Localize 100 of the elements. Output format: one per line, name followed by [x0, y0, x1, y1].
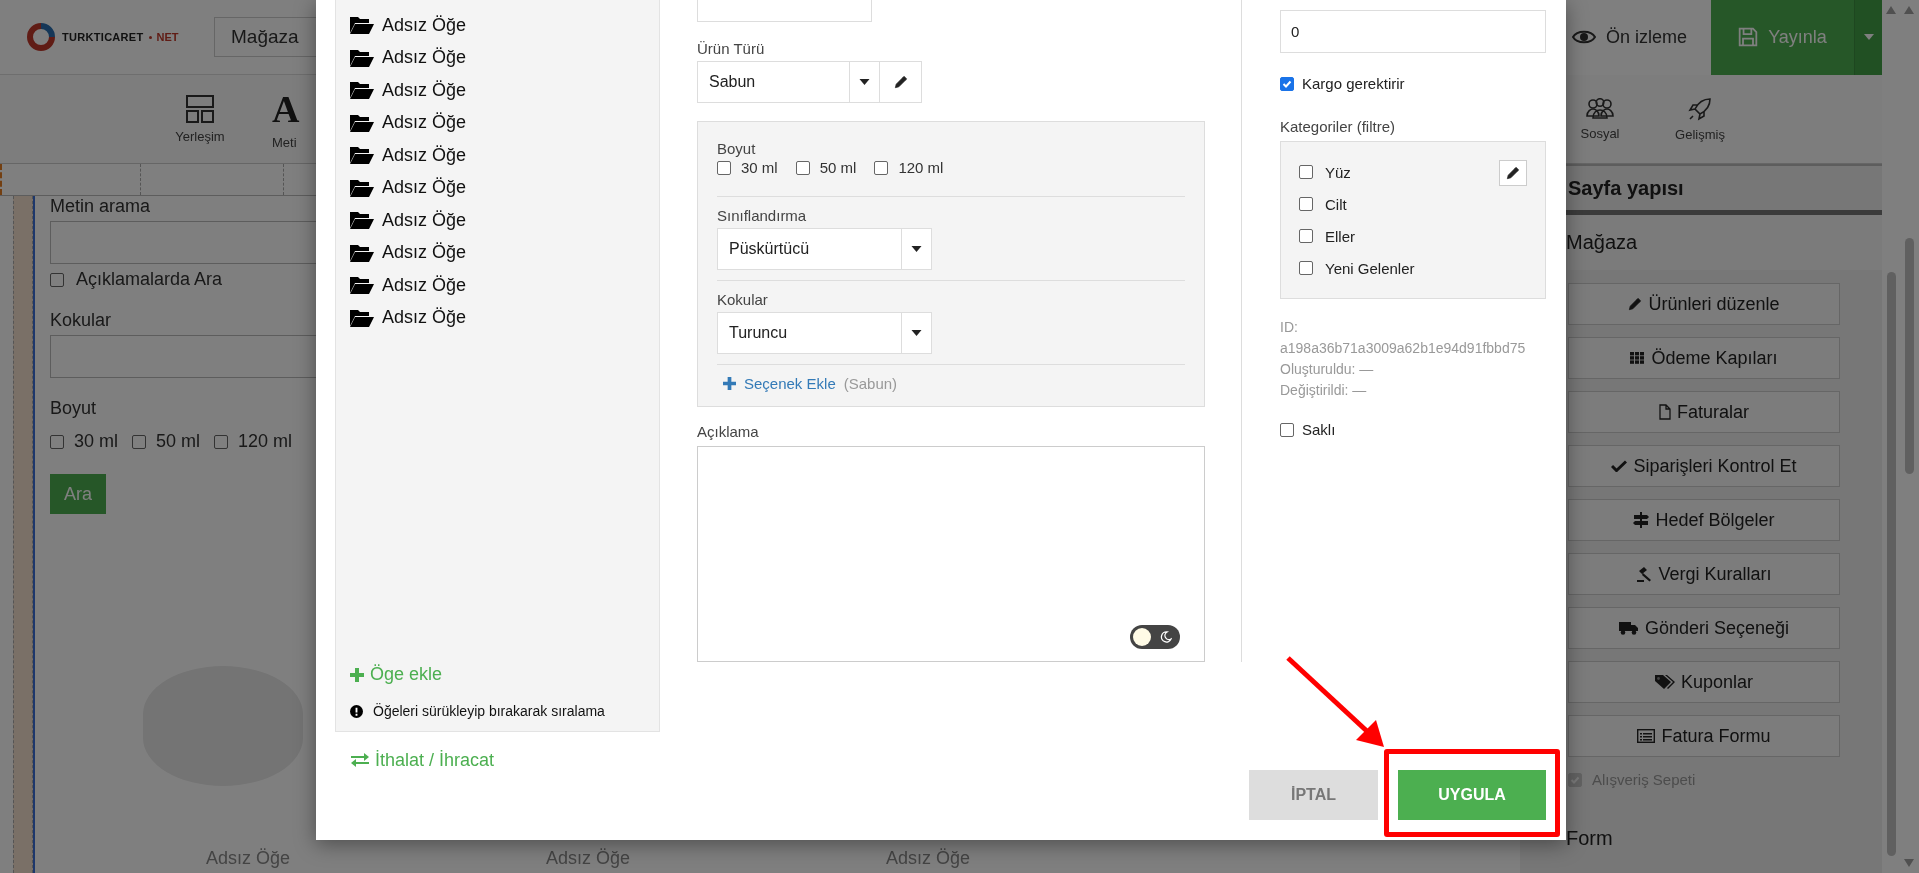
- checkbox[interactable]: [1299, 165, 1313, 179]
- text-tool[interactable]: A Meti: [272, 88, 332, 150]
- option-label: Sınıflandırma: [717, 207, 808, 224]
- logo-icon: [24, 20, 58, 54]
- list-item[interactable]: Adsız Öğe: [350, 269, 659, 302]
- scrollbar-thumb[interactable]: [1904, 238, 1914, 474]
- sidebar-button[interactable]: Fatura Formu: [1568, 715, 1840, 757]
- list-icon: [1637, 729, 1656, 743]
- scrollbar-thumb[interactable]: [1886, 272, 1896, 856]
- checkbox-label: Cilt: [1325, 195, 1347, 213]
- dropdown-button[interactable]: [850, 61, 880, 103]
- caret-icon: [911, 330, 922, 336]
- checkbox[interactable]: [132, 434, 146, 449]
- cancel-button[interactable]: İPTAL: [1249, 770, 1378, 820]
- sidebar-button[interactable]: Gönderi Seçeneği: [1568, 607, 1840, 649]
- input-field[interactable]: [697, 0, 872, 22]
- field-label: Ürün Türü: [697, 40, 766, 57]
- checkbox[interactable]: [50, 434, 64, 449]
- list-item[interactable]: Adsız Öğe: [350, 171, 659, 204]
- grid-icon: [1630, 352, 1646, 364]
- size-label: Boyut: [50, 398, 97, 419]
- checkbox[interactable]: [1280, 422, 1294, 437]
- checkbox-label: Eller: [1325, 227, 1355, 245]
- folder-icon: [350, 16, 374, 35]
- folder-icon: [350, 146, 374, 165]
- sidebar-button[interactable]: Ödeme Kapıları: [1568, 337, 1840, 379]
- option-select[interactable]: Püskürtücü: [717, 228, 902, 270]
- list-item[interactable]: Adsız Öğe: [350, 139, 659, 172]
- sidebar-button[interactable]: Faturalar: [1568, 391, 1840, 433]
- field-label: Açıklama: [697, 423, 760, 440]
- checkbox-label: Saklı: [1302, 421, 1336, 438]
- layout-icon: [186, 94, 214, 123]
- plus-icon: [350, 667, 364, 682]
- dropdown-button[interactable]: [902, 228, 932, 270]
- option-label: Boyut: [717, 140, 757, 157]
- option-select[interactable]: Turuncu: [717, 312, 902, 354]
- apply-button[interactable]: UYGULA: [1398, 770, 1546, 820]
- edit-button[interactable]: [1499, 160, 1527, 186]
- dropdown-button[interactable]: [902, 312, 932, 354]
- weight-field[interactable]: 0: [1280, 10, 1546, 53]
- gavel-icon: [1636, 566, 1653, 582]
- hint-text: Öğeleri sürükleyip bırakarak sıralama: [373, 703, 605, 719]
- checkbox[interactable]: [1299, 197, 1313, 211]
- folder-icon: [350, 113, 374, 132]
- description-field[interactable]: [697, 446, 1205, 662]
- folder-icon: [350, 276, 374, 295]
- product-type-select[interactable]: Sabun: [697, 61, 850, 103]
- add-item-button[interactable]: Öge ekle: [350, 664, 659, 685]
- edit-button[interactable]: [880, 61, 922, 103]
- product-name: Adsız Öğe: [885, 848, 970, 869]
- list-item[interactable]: Adsız Öğe: [350, 106, 659, 139]
- list-item[interactable]: Adsız Öğe: [350, 74, 659, 107]
- caret-icon: [1863, 34, 1874, 40]
- moon-icon: [1160, 631, 1172, 643]
- checkmark-icon: [1282, 78, 1292, 89]
- add-option-link[interactable]: Seçenek Ekle: [723, 375, 836, 392]
- meta-text: ID:: [1280, 318, 1299, 337]
- option-label: Kokular: [717, 291, 769, 308]
- sidebar-button[interactable]: Hedef Bölgeler: [1568, 499, 1840, 541]
- import-export-link[interactable]: İthalat / İhracat: [351, 748, 495, 772]
- sidebar-button[interactable]: Ürünleri düzenle: [1568, 283, 1840, 325]
- checkbox-label: Yeni Gelenler: [1325, 259, 1415, 277]
- checkbox-label: 30 ml: [74, 431, 118, 452]
- folder-icon: [350, 243, 374, 262]
- scents-label: Kokular: [50, 310, 112, 331]
- folder-icon: [350, 211, 374, 230]
- checkbox[interactable]: [717, 160, 731, 175]
- caret-icon: [859, 79, 870, 85]
- layout-tool[interactable]: Yerleşim: [150, 94, 250, 144]
- folder-icon: [350, 308, 374, 327]
- list-item[interactable]: Adsız Öğe: [350, 236, 659, 269]
- sidebar-button[interactable]: Kuponlar: [1568, 661, 1840, 703]
- checkbox[interactable]: [874, 160, 889, 175]
- advanced-tool[interactable]: Gelişmiş: [1650, 96, 1750, 142]
- checkbox[interactable]: [214, 434, 229, 449]
- checkbox[interactable]: [1280, 76, 1294, 91]
- users-icon: [1585, 97, 1615, 120]
- checkbox-label: 120 ml: [898, 159, 944, 176]
- sidebar-button[interactable]: Vergi Kuralları: [1568, 553, 1840, 595]
- checkbox[interactable]: [1299, 229, 1313, 243]
- pencil-icon: [1628, 297, 1643, 311]
- product-name: Adsız Öğe: [205, 848, 290, 869]
- list-item[interactable]: Adsız Öğe: [350, 204, 659, 237]
- rocket-icon: [1688, 96, 1712, 121]
- product-name: Adsız Öğe: [545, 848, 630, 869]
- list-item[interactable]: Adsız Öğe: [350, 301, 659, 334]
- checkbox-label: 50 ml: [156, 431, 201, 452]
- theme-toggle[interactable]: [1130, 625, 1180, 649]
- checkbox-label: Açıklamalarda Ara: [76, 269, 223, 290]
- caret-icon: [911, 246, 922, 252]
- checkbox[interactable]: [795, 160, 810, 175]
- sidebar-button[interactable]: Siparişleri Kontrol Et: [1568, 445, 1840, 487]
- pencil-icon: [1506, 166, 1520, 180]
- social-tool[interactable]: Sosyal: [1550, 97, 1650, 141]
- check-icon: [1611, 460, 1628, 472]
- checkbox[interactable]: [1299, 261, 1313, 275]
- checkbox[interactable]: [50, 272, 64, 287]
- checkbox-label: 50 ml: [819, 159, 857, 176]
- checkbox-label: 30 ml: [741, 159, 778, 176]
- truck-icon: [1618, 621, 1639, 635]
